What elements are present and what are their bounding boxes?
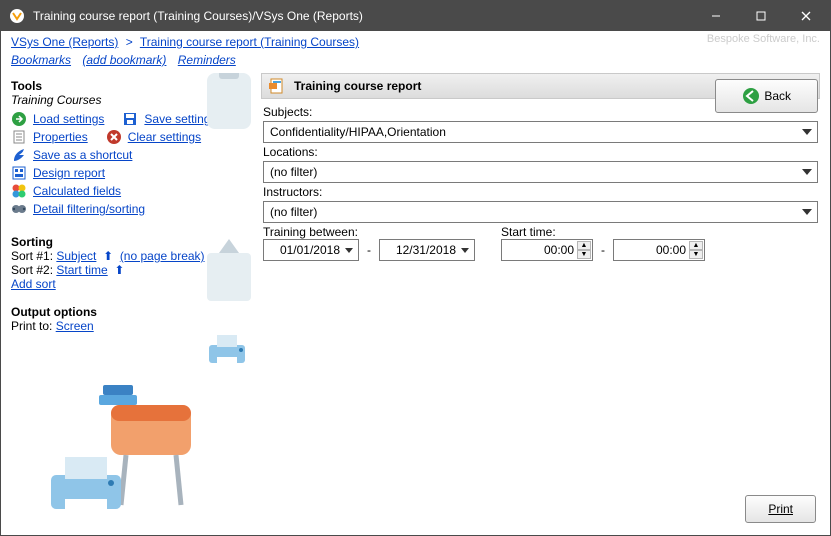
spinner-icon[interactable]: ▲▼ [689,241,703,259]
time-to-input[interactable]: 00:00 ▲▼ [613,239,705,261]
main-area: Tools Training Courses Load settings Sav… [1,73,830,535]
time-dash: - [599,243,607,261]
output-line: Print to: Screen [11,319,251,333]
save-settings-link[interactable]: Save settings [144,112,216,126]
sort1-prefix: Sort #1: [11,249,56,263]
shortcut-icon [11,147,27,163]
app-icon [9,8,25,24]
print-button-label: Print [768,502,793,516]
footer: Print [745,495,816,523]
instructors-label: Instructors: [263,185,818,199]
output-heading: Output options [11,305,251,319]
chair-printer-decor-icon [41,375,231,525]
report-icon [268,77,286,95]
maximize-button[interactable] [738,1,783,31]
date-to-value: 12/31/2018 [396,243,456,257]
clear-settings-icon [106,129,122,145]
print-button[interactable]: Print [745,495,816,523]
chevron-down-icon [799,164,815,180]
printer-decor-icon [203,333,251,369]
list-decor-icon [207,253,251,301]
titlebar: Training course report (Training Courses… [1,1,830,31]
add-bookmark-link[interactable]: (add bookmark) [82,53,166,67]
load-settings-link[interactable]: Load settings [33,112,104,126]
chevron-down-icon [342,242,356,258]
app-window: Training course report (Training Courses… [0,0,831,536]
close-button[interactable] [783,1,828,31]
chevron-down-icon [799,204,815,220]
subjects-value: Confidentiality/HIPAA,Orientation [270,125,446,139]
breadcrumb-current[interactable]: Training course report (Training Courses… [140,35,359,49]
instructors-combo[interactable]: (no filter) [263,201,818,223]
reminders-link[interactable]: Reminders [178,53,236,67]
sort1-direction-icon[interactable]: ⬆ [100,249,117,263]
date-dash: - [365,243,373,261]
subjects-combo[interactable]: Confidentiality/HIPAA,Orientation [263,121,818,143]
properties-link[interactable]: Properties [33,130,88,144]
sort2-direction-icon[interactable]: ⬆ [111,263,124,277]
spinner-icon[interactable]: ▲▼ [577,241,591,259]
back-button[interactable]: Back [715,79,818,113]
time-to-value: 00:00 [656,243,686,257]
window-body: VSys One (Reports) > Training course rep… [1,31,830,535]
training-between-label: Training between: [263,225,359,239]
sort2-prefix: Sort #2: [11,263,56,277]
locations-label: Locations: [263,145,818,159]
minimize-button[interactable] [693,1,738,31]
calculated-fields-icon [11,183,27,199]
date-from-input[interactable]: 01/01/2018 [263,239,359,261]
clipboard-decor-icon [207,73,251,129]
detail-filter-link[interactable]: Detail filtering/sorting [33,202,145,216]
chevron-down-icon [458,242,472,258]
design-report-link[interactable]: Design report [33,166,105,180]
sort2-field-link[interactable]: Start time [56,263,107,277]
calculated-fields-link[interactable]: Calculated fields [33,184,121,198]
vendor-watermark: Bespoke Software, Inc. [707,33,820,45]
save-settings-icon [122,111,138,127]
chevron-down-icon [799,124,815,140]
clear-settings-link[interactable]: Clear settings [128,130,201,144]
back-arrow-icon [742,87,760,105]
right-column: Training course report Subjects: Confide… [261,73,820,525]
output-block: Output options Print to: Screen [11,305,251,333]
output-target-link[interactable]: Screen [56,319,94,333]
panel-title: Training course report [294,79,421,93]
time-from-input[interactable]: 00:00 ▲▼ [501,239,593,261]
time-from-value: 00:00 [544,243,574,257]
locations-value: (no filter) [270,165,317,179]
add-sort-link[interactable]: Add sort [11,277,56,291]
date-row: Training between: 01/01/2018 - 12/31/201… [263,225,818,261]
save-shortcut-link[interactable]: Save as a shortcut [33,148,132,162]
properties-icon [11,129,27,145]
detail-filter-icon [11,201,27,217]
sort1-field-link[interactable]: Subject [56,249,96,263]
breadcrumb-sep: > [122,35,137,49]
load-settings-icon [11,111,27,127]
back-button-label: Back [764,89,791,103]
date-to-input[interactable]: 12/31/2018 [379,239,475,261]
sorting-heading: Sorting [11,235,251,249]
start-time-label: Start time: [501,225,593,239]
bookmark-bar: Bookmarks (add bookmark) Reminders [1,51,830,73]
breadcrumb: VSys One (Reports) > Training course rep… [1,31,830,51]
sort1-pagebreak-link[interactable]: (no page break) [120,249,205,263]
instructors-value: (no filter) [270,205,317,219]
locations-combo[interactable]: (no filter) [263,161,818,183]
window-title: Training course report (Training Courses… [33,9,693,23]
bookmarks-link[interactable]: Bookmarks [11,53,71,67]
breadcrumb-root[interactable]: VSys One (Reports) [11,35,118,49]
left-column: Tools Training Courses Load settings Sav… [11,73,251,525]
filter-form: Subjects: Confidentiality/HIPAA,Orientat… [261,99,820,267]
design-report-icon [11,165,27,181]
output-prefix: Print to: [11,319,56,333]
date-from-value: 01/01/2018 [280,243,340,257]
